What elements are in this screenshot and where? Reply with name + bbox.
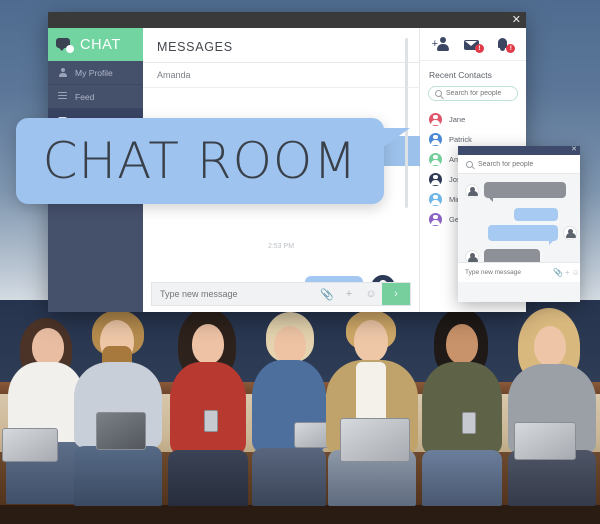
photo-person-2 xyxy=(72,300,164,524)
compose-bar: 📎 + ☺ › xyxy=(151,282,411,306)
photo-laptop-1 xyxy=(2,428,58,462)
photo-person-3 xyxy=(164,300,252,524)
search-icon xyxy=(466,160,473,168)
paperclip-icon[interactable]: 📎 xyxy=(553,268,563,277)
search-input[interactable] xyxy=(478,160,558,168)
avatar xyxy=(465,184,479,198)
bell-icon[interactable]: ! xyxy=(494,36,516,53)
plus-icon[interactable]: + xyxy=(563,268,572,277)
plus-icon[interactable]: + xyxy=(338,288,360,300)
mini-compose-bar: 📎 + ☺ xyxy=(458,262,580,282)
photo-person-4 xyxy=(250,300,330,524)
avatar xyxy=(429,152,442,166)
mini-window-titlebar: ✕ xyxy=(458,146,580,155)
message-timestamp: 2:53 PM xyxy=(267,243,295,250)
contacts-title: Recent Contacts xyxy=(429,70,492,80)
avatar xyxy=(429,112,442,126)
smiley-icon[interactable]: ☺ xyxy=(571,268,580,277)
photo-phone-1 xyxy=(204,410,218,432)
send-button[interactable]: › xyxy=(382,283,410,305)
chat-bubble-icon xyxy=(56,38,74,53)
message-bubble xyxy=(514,208,558,221)
contact-name: Jane xyxy=(449,114,466,124)
photo-laptop-2 xyxy=(340,418,410,462)
photo-person-6 xyxy=(418,300,506,524)
sidebar-item-label: Feed xyxy=(75,91,95,102)
message-bubble xyxy=(484,182,566,202)
page-title: MESSAGES xyxy=(143,28,419,63)
sidebar-item-my-profile[interactable]: My Profile xyxy=(48,61,143,85)
contacts-actions: + ! ! xyxy=(420,28,526,61)
search-input[interactable] xyxy=(446,90,516,97)
sidebar-item-label: My Profile xyxy=(75,67,113,78)
avatar xyxy=(429,172,442,186)
person-icon xyxy=(58,68,67,77)
smiley-icon[interactable]: ☺ xyxy=(360,288,382,300)
bell-badge: ! xyxy=(506,44,516,53)
bubble-tail xyxy=(382,128,410,148)
conversation-name: Amanda xyxy=(157,70,191,80)
brand-logo: CHAT xyxy=(48,28,143,61)
photo-laptop-3 xyxy=(514,422,576,460)
avatar xyxy=(563,226,577,240)
mini-message-list: 📎 + ☺ xyxy=(458,174,580,282)
avatar xyxy=(429,212,442,226)
chat-room-overlay-bubble: CHAT ROOM xyxy=(16,118,410,204)
mail-badge: ! xyxy=(474,44,484,53)
conversation-row-amanda[interactable]: Amanda xyxy=(143,63,419,88)
paperclip-icon[interactable]: 📎 xyxy=(316,288,338,301)
mini-chat-window: ✕ 📎 + ☺ xyxy=(458,146,580,302)
contact-name: Patrick xyxy=(449,134,472,144)
avatar xyxy=(429,192,442,206)
messages-scrollbar[interactable] xyxy=(405,38,408,208)
page-title: CHAT ROOM xyxy=(42,132,358,190)
close-icon[interactable]: ✕ xyxy=(512,13,521,27)
people-search[interactable] xyxy=(428,86,518,101)
compose-input[interactable] xyxy=(152,289,316,299)
contact-item-jane[interactable]: Jane xyxy=(420,109,526,129)
photo-phone-2 xyxy=(462,412,476,434)
message-bubble xyxy=(488,225,558,245)
mail-icon[interactable]: ! xyxy=(463,36,484,53)
close-icon[interactable]: ✕ xyxy=(571,145,577,153)
hamburger-icon xyxy=(58,92,67,101)
sidebar-item-feed[interactable]: Feed xyxy=(48,85,143,109)
brand-label: CHAT xyxy=(80,36,121,53)
add-user-icon[interactable]: + xyxy=(432,36,452,52)
photo-person-7 xyxy=(504,300,600,524)
mini-search-bar[interactable] xyxy=(458,155,580,174)
compose-input[interactable] xyxy=(458,269,553,276)
photo-person-5 xyxy=(324,300,420,524)
photo-tablet-1 xyxy=(96,412,146,450)
window-titlebar: ✕ xyxy=(48,12,526,28)
search-icon xyxy=(435,90,442,97)
avatar xyxy=(429,132,442,146)
